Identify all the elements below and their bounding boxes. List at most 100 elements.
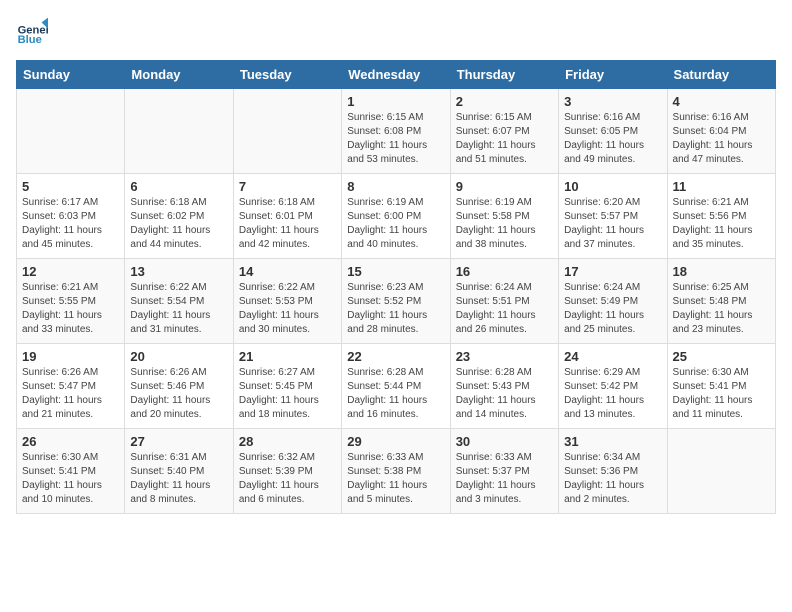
calendar-cell: 8 Sunrise: 6:19 AM Sunset: 6:00 PM Daylig…: [342, 174, 450, 259]
cell-info: Sunrise: 6:20 AM Sunset: 5:57 PM Dayligh…: [564, 196, 661, 252]
day-number: 26: [22, 434, 119, 449]
day-number: 19: [22, 349, 119, 364]
cell-info: Sunrise: 6:22 AM Sunset: 5:53 PM Dayligh…: [239, 281, 336, 337]
calendar-cell: 1Sunrise: 6:15 AM Sunset: 6:08 PM Daylig…: [342, 89, 450, 174]
day-number: 27: [130, 434, 227, 449]
calendar-cell: 6 Sunrise: 6:18 AM Sunset: 6:02 PM Daylig…: [125, 174, 233, 259]
day-header-wednesday: Wednesday: [342, 61, 450, 89]
calendar-cell: 13Sunrise: 6:22 AM Sunset: 5:54 PM Dayli…: [125, 259, 233, 344]
day-number: 11: [673, 179, 770, 194]
day-number: 16: [456, 264, 553, 279]
cell-info: Sunrise: 6:23 AM Sunset: 5:52 PM Dayligh…: [347, 281, 444, 337]
cell-info: Sunrise: 6:30 AM Sunset: 5:41 PM Dayligh…: [22, 451, 119, 507]
cell-info: Sunrise: 6:19 AM Sunset: 5:58 PM Dayligh…: [456, 196, 553, 252]
cell-info: Sunrise: 6:33 AM Sunset: 5:38 PM Dayligh…: [347, 451, 444, 507]
day-number: 21: [239, 349, 336, 364]
cell-info: Sunrise: 6:15 AM Sunset: 6:07 PM Dayligh…: [456, 111, 553, 167]
cell-info: Sunrise: 6:19 AM Sunset: 6:00 PM Dayligh…: [347, 196, 444, 252]
cell-info: Sunrise: 6:24 AM Sunset: 5:51 PM Dayligh…: [456, 281, 553, 337]
day-header-saturday: Saturday: [667, 61, 775, 89]
day-number: 23: [456, 349, 553, 364]
calendar-cell: 28 Sunrise: 6:32 AM Sunset: 5:39 PM Dayli…: [233, 429, 341, 514]
calendar-cell: 19Sunrise: 6:26 AM Sunset: 5:47 PM Dayli…: [17, 344, 125, 429]
calendar-table: SundayMondayTuesdayWednesdayThursdayFrid…: [16, 60, 776, 514]
day-number: 3: [564, 94, 661, 109]
logo-icon: General Blue: [16, 16, 48, 48]
calendar-cell: 20 Sunrise: 6:26 AM Sunset: 5:46 PM Dayli…: [125, 344, 233, 429]
cell-info: Sunrise: 6:27 AM Sunset: 5:45 PM Dayligh…: [239, 366, 336, 422]
day-number: 25: [673, 349, 770, 364]
day-header-tuesday: Tuesday: [233, 61, 341, 89]
day-number: 15: [347, 264, 444, 279]
cell-info: Sunrise: 6:22 AM Sunset: 5:54 PM Dayligh…: [130, 281, 227, 337]
day-number: 17: [564, 264, 661, 279]
day-number: 4: [673, 94, 770, 109]
cell-info: Sunrise: 6:21 AM Sunset: 5:56 PM Dayligh…: [673, 196, 770, 252]
day-number: 5: [22, 179, 119, 194]
calendar-week-5: 26 Sunrise: 6:30 AM Sunset: 5:41 PM Dayli…: [17, 429, 776, 514]
cell-info: Sunrise: 6:29 AM Sunset: 5:42 PM Dayligh…: [564, 366, 661, 422]
calendar-cell: 27 Sunrise: 6:31 AM Sunset: 5:40 PM Dayli…: [125, 429, 233, 514]
calendar-cell: 3 Sunrise: 6:16 AM Sunset: 6:05 PM Daylig…: [559, 89, 667, 174]
cell-info: Sunrise: 6:16 AM Sunset: 6:04 PM Dayligh…: [673, 111, 770, 167]
day-number: 20: [130, 349, 227, 364]
day-number: 18: [673, 264, 770, 279]
calendar-week-4: 19Sunrise: 6:26 AM Sunset: 5:47 PM Dayli…: [17, 344, 776, 429]
cell-info: Sunrise: 6:18 AM Sunset: 6:01 PM Dayligh…: [239, 196, 336, 252]
calendar-cell: 10Sunrise: 6:20 AM Sunset: 5:57 PM Dayli…: [559, 174, 667, 259]
calendar-cell: 18 Sunrise: 6:25 AM Sunset: 5:48 PM Dayli…: [667, 259, 775, 344]
svg-text:Blue: Blue: [18, 34, 42, 46]
calendar-week-1: 1Sunrise: 6:15 AM Sunset: 6:08 PM Daylig…: [17, 89, 776, 174]
cell-info: Sunrise: 6:21 AM Sunset: 5:55 PM Dayligh…: [22, 281, 119, 337]
calendar-cell: 17 Sunrise: 6:24 AM Sunset: 5:49 PM Dayli…: [559, 259, 667, 344]
calendar-cell: [17, 89, 125, 174]
day-header-monday: Monday: [125, 61, 233, 89]
calendar-cell: 4 Sunrise: 6:16 AM Sunset: 6:04 PM Daylig…: [667, 89, 775, 174]
calendar-cell: 7 Sunrise: 6:18 AM Sunset: 6:01 PM Daylig…: [233, 174, 341, 259]
cell-info: Sunrise: 6:31 AM Sunset: 5:40 PM Dayligh…: [130, 451, 227, 507]
day-header-thursday: Thursday: [450, 61, 558, 89]
calendar-cell: 11 Sunrise: 6:21 AM Sunset: 5:56 PM Dayli…: [667, 174, 775, 259]
day-number: 22: [347, 349, 444, 364]
cell-info: Sunrise: 6:18 AM Sunset: 6:02 PM Dayligh…: [130, 196, 227, 252]
day-number: 14: [239, 264, 336, 279]
calendar-cell: 23 Sunrise: 6:28 AM Sunset: 5:43 PM Dayli…: [450, 344, 558, 429]
cell-info: Sunrise: 6:25 AM Sunset: 5:48 PM Dayligh…: [673, 281, 770, 337]
day-number: 7: [239, 179, 336, 194]
calendar-cell: 9Sunrise: 6:19 AM Sunset: 5:58 PM Daylig…: [450, 174, 558, 259]
calendar-cell: 30Sunrise: 6:33 AM Sunset: 5:37 PM Dayli…: [450, 429, 558, 514]
day-number: 29: [347, 434, 444, 449]
calendar-cell: 29 Sunrise: 6:33 AM Sunset: 5:38 PM Dayli…: [342, 429, 450, 514]
cell-info: Sunrise: 6:32 AM Sunset: 5:39 PM Dayligh…: [239, 451, 336, 507]
day-header-sunday: Sunday: [17, 61, 125, 89]
cell-info: Sunrise: 6:30 AM Sunset: 5:41 PM Dayligh…: [673, 366, 770, 422]
cell-info: Sunrise: 6:17 AM Sunset: 6:03 PM Dayligh…: [22, 196, 119, 252]
calendar-week-3: 12 Sunrise: 6:21 AM Sunset: 5:55 PM Dayli…: [17, 259, 776, 344]
day-number: 24: [564, 349, 661, 364]
day-number: 8: [347, 179, 444, 194]
calendar-cell: 31 Sunrise: 6:34 AM Sunset: 5:36 PM Dayli…: [559, 429, 667, 514]
calendar-cell: [233, 89, 341, 174]
day-number: 6: [130, 179, 227, 194]
calendar-cell: 2 Sunrise: 6:15 AM Sunset: 6:07 PM Daylig…: [450, 89, 558, 174]
day-number: 31: [564, 434, 661, 449]
calendar-cell: 24 Sunrise: 6:29 AM Sunset: 5:42 PM Dayli…: [559, 344, 667, 429]
cell-info: Sunrise: 6:24 AM Sunset: 5:49 PM Dayligh…: [564, 281, 661, 337]
calendar-cell: 16 Sunrise: 6:24 AM Sunset: 5:51 PM Dayli…: [450, 259, 558, 344]
cell-info: Sunrise: 6:33 AM Sunset: 5:37 PM Dayligh…: [456, 451, 553, 507]
cell-info: Sunrise: 6:16 AM Sunset: 6:05 PM Dayligh…: [564, 111, 661, 167]
logo: General Blue: [16, 16, 52, 48]
day-number: 2: [456, 94, 553, 109]
cell-info: Sunrise: 6:26 AM Sunset: 5:46 PM Dayligh…: [130, 366, 227, 422]
calendar-cell: [667, 429, 775, 514]
day-number: 28: [239, 434, 336, 449]
calendar-cell: [125, 89, 233, 174]
cell-info: Sunrise: 6:28 AM Sunset: 5:43 PM Dayligh…: [456, 366, 553, 422]
calendar-header-row: SundayMondayTuesdayWednesdayThursdayFrid…: [17, 61, 776, 89]
calendar-cell: 5 Sunrise: 6:17 AM Sunset: 6:03 PM Daylig…: [17, 174, 125, 259]
day-number: 12: [22, 264, 119, 279]
calendar-cell: 21 Sunrise: 6:27 AM Sunset: 5:45 PM Dayli…: [233, 344, 341, 429]
cell-info: Sunrise: 6:15 AM Sunset: 6:08 PM Dayligh…: [347, 111, 444, 167]
cell-info: Sunrise: 6:34 AM Sunset: 5:36 PM Dayligh…: [564, 451, 661, 507]
calendar-cell: 15 Sunrise: 6:23 AM Sunset: 5:52 PM Dayli…: [342, 259, 450, 344]
